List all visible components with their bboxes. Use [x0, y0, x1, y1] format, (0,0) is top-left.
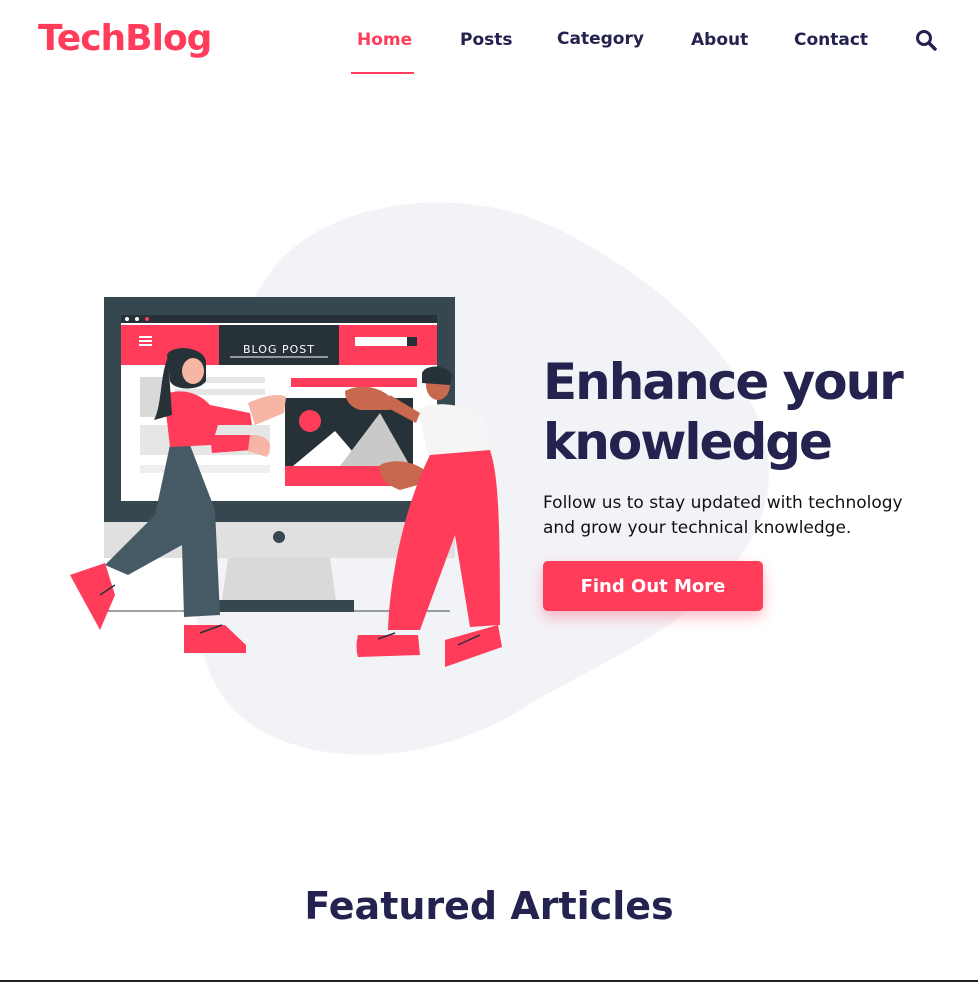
screen-blog-post-label: BLOG POST: [243, 343, 315, 356]
section-divider: [0, 980, 978, 982]
main-nav: Home Posts Category About Contact: [0, 29, 978, 80]
nav-item-about[interactable]: About: [691, 30, 748, 50]
find-out-more-button[interactable]: Find Out More: [543, 561, 763, 611]
nav-item-posts[interactable]: Posts: [460, 30, 513, 50]
nav-item-contact[interactable]: Contact: [794, 30, 868, 50]
featured-articles-heading: Featured Articles: [304, 884, 674, 928]
nav-item-category[interactable]: Category: [557, 29, 644, 49]
search-icon[interactable]: [915, 29, 937, 51]
hero-title-line1: Enhance your: [543, 353, 904, 411]
hero-title-line2: knowledge: [543, 413, 833, 471]
hero-title: Enhance your knowledge: [543, 352, 963, 472]
hero-subtitle: Follow us to stay updated with technolog…: [543, 493, 903, 538]
hero-illustration: BLOG POST: [70, 297, 502, 667]
page: TechBlog Home Posts Category About Conta…: [0, 0, 978, 983]
nav-item-home[interactable]: Home: [357, 30, 412, 50]
nav-active-underline: [351, 72, 414, 74]
